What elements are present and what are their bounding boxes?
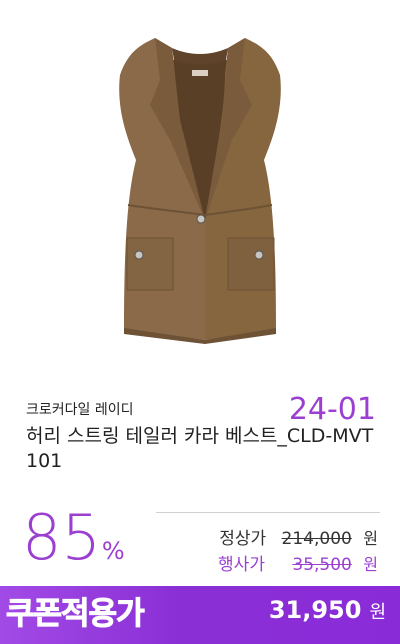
coupon-price-label: 쿠폰적용가 bbox=[6, 596, 146, 633]
vest-label bbox=[192, 70, 208, 76]
product-card[interactable]: 24-01 크로커다일 레이디 허리 스트링 테일러 카라 베스트_CLD-MV… bbox=[0, 0, 400, 644]
product-title[interactable]: 허리 스트링 테일러 카라 베스트_CLD-MVT101 bbox=[26, 424, 382, 474]
product-code: 24-01 bbox=[288, 392, 376, 427]
vest-button-pocket-right bbox=[254, 250, 264, 260]
event-price-value: 35,500 bbox=[292, 555, 352, 575]
discount-value: 85 bbox=[22, 501, 101, 574]
brand-name: 크로커다일 레이디 bbox=[26, 402, 134, 418]
event-price-label: 행사가 bbox=[218, 555, 265, 575]
regular-price-label: 정상가 bbox=[219, 529, 267, 549]
coupon-price-value: 31,950 bbox=[268, 596, 362, 624]
vest-pocket-left bbox=[126, 237, 174, 291]
discount-unit: % bbox=[101, 537, 125, 565]
vest-neck bbox=[172, 48, 228, 65]
event-price-row: 행사가 35,500 원 bbox=[218, 550, 378, 575]
vest-pocket-right bbox=[227, 237, 275, 291]
vest-button-front bbox=[196, 214, 206, 224]
coupon-price: 31,950 원 bbox=[269, 596, 386, 624]
coupon-price-currency: 원 bbox=[369, 602, 386, 623]
coupon-price-banner[interactable]: 쿠폰적용가 31,950 원 bbox=[0, 586, 400, 644]
regular-price-currency: 원 bbox=[363, 529, 378, 548]
product-image[interactable] bbox=[0, 0, 400, 390]
discount-rate: 85% bbox=[22, 503, 125, 573]
event-price-currency: 원 bbox=[363, 555, 378, 574]
regular-price-row: 정상가 214,000 원 bbox=[219, 524, 378, 549]
price-divider bbox=[156, 512, 380, 513]
vest-button-pocket-left bbox=[134, 250, 144, 260]
regular-price-value: 214,000 bbox=[281, 529, 352, 549]
